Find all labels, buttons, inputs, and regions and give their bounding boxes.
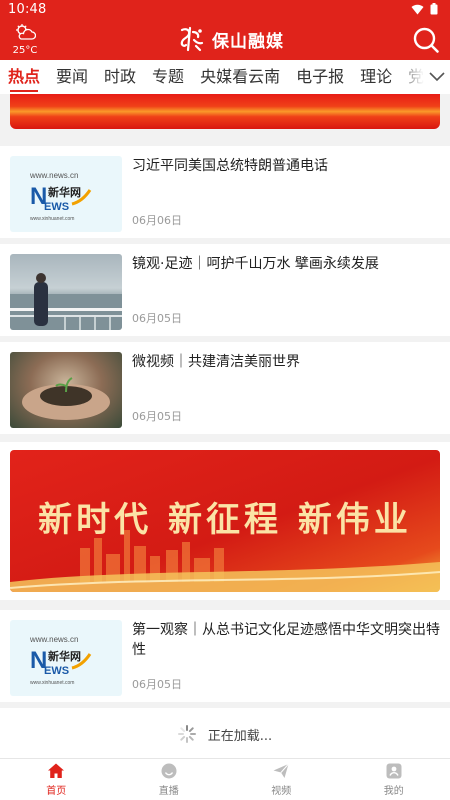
news-date: 06月05日 [132, 312, 182, 325]
category-tabs: 热点 要闻 时政 专题 央媒看云南 电子报 理论 党建 [0, 60, 450, 94]
hands-soil-photo [22, 377, 110, 420]
news-date: 06月06日 [132, 214, 182, 227]
nav-profile[interactable]: 我的 [338, 759, 450, 800]
loading-indicator: 正在加载... [0, 708, 450, 758]
news-thumbnail [10, 254, 122, 330]
news-item[interactable]: 微视频｜共建清洁美丽世界 06月05日 [0, 342, 450, 434]
promo-banner-image: 新时代 新征程 新伟业 [10, 450, 440, 592]
app-header: 10:48 25°C 保山融媒 [0, 0, 450, 60]
app-root: 10:48 25°C 保山融媒 热点 要闻 时政 专题 央媒看云南 电子报 理论… [0, 0, 450, 800]
weather-widget[interactable]: 25°C [10, 24, 40, 56]
xinhua-logo-image: www.news.cn N 新华网 EWS www.xinhuanet.com [29, 171, 92, 222]
home-icon [48, 763, 65, 778]
promo-banner[interactable]: 新时代 新征程 新伟业 [0, 442, 450, 600]
tabs-fade [394, 60, 424, 94]
news-thumbnail [10, 352, 122, 428]
tab-headlines[interactable]: 要闻 [48, 60, 96, 94]
tab-hot[interactable]: 热点 [0, 60, 48, 94]
battery-icon [430, 3, 438, 15]
nav-label: 视频 [271, 786, 292, 797]
svg-text:新华网: 新华网 [48, 185, 81, 199]
svg-text:www.news.cn: www.news.cn [29, 635, 78, 644]
status-icons [411, 3, 438, 15]
news-feed: www.news.cn N 新华网 EWS www.xinhuanet.com … [0, 94, 450, 758]
wifi-icon [411, 4, 424, 14]
news-thumbnail: www.news.cn N 新华网 EWS www.xinhuanet.com [10, 620, 122, 696]
tab-topics[interactable]: 专题 [144, 60, 192, 94]
search-button[interactable] [412, 26, 440, 54]
chevron-down-icon [429, 72, 445, 82]
brand-mark-icon [180, 26, 204, 52]
news-date: 06月05日 [132, 410, 182, 423]
tab-theory[interactable]: 理论 [352, 60, 400, 94]
app-name: 保山融媒 [212, 31, 284, 52]
loading-text: 正在加载... [207, 728, 273, 744]
svg-text:www.xinhuanet.com: www.xinhuanet.com [30, 216, 74, 222]
nav-label: 首页 [46, 786, 67, 797]
news-item[interactable]: 镜观·足迹｜呵护千山万水 擘画永续发展 06月05日 [0, 244, 450, 336]
news-thumbnail: www.news.cn N 新华网 EWS www.xinhuanet.com [10, 156, 122, 232]
svg-text:新华网: 新华网 [48, 649, 81, 663]
svg-text:EWS: EWS [44, 201, 69, 213]
more-tabs-button[interactable] [424, 60, 450, 94]
tab-central-media-yunnan[interactable]: 央媒看云南 [192, 60, 288, 94]
nav-video[interactable]: 视频 [225, 759, 338, 800]
partly-cloudy-icon [16, 24, 37, 40]
app-logo: 保山融媒 [176, 22, 284, 56]
svg-text:www.news.cn: www.news.cn [29, 171, 78, 180]
news-title: 习近平同美国总统特朗普通电话 [132, 158, 328, 174]
nav-label: 直播 [158, 786, 179, 797]
news-item[interactable]: www.news.cn N 新华网 EWS www.xinhuanet.com … [0, 146, 450, 238]
svg-text:EWS: EWS [44, 665, 69, 677]
news-date: 06月05日 [132, 678, 182, 691]
video-send-icon [273, 763, 290, 778]
nav-home[interactable]: 首页 [0, 759, 113, 800]
xinhua-logo-image: www.news.cn N 新华网 EWS www.xinhuanet.com [29, 635, 92, 686]
search-icon [413, 27, 439, 53]
nav-label: 我的 [383, 786, 404, 797]
coastline-photo [10, 273, 122, 330]
tab-e-paper[interactable]: 电子报 [288, 60, 352, 94]
news-item[interactable]: www.news.cn N 新华网 EWS www.xinhuanet.com … [0, 610, 450, 702]
tab-politics[interactable]: 时政 [96, 60, 144, 94]
weather-temperature: 25°C [12, 45, 38, 56]
news-title: 镜观·足迹｜呵护千山万水 擘画永续发展 [132, 256, 379, 272]
news-title: 微视频｜共建清洁美丽世界 [132, 354, 300, 370]
promo-banner-text: 新时代 新征程 新伟业 [38, 500, 412, 540]
profile-icon [386, 763, 402, 779]
news-title: 第一观察｜从总书记文化足迹感悟中华文明突出特性 [132, 622, 440, 658]
live-icon [161, 763, 177, 779]
bottom-nav: 首页 直播 视频 我的 [0, 758, 450, 800]
spinner-icon [177, 725, 196, 743]
status-time: 10:48 [8, 2, 47, 17]
svg-text:www.xinhuanet.com: www.xinhuanet.com [30, 680, 74, 686]
top-banner-image[interactable] [10, 94, 440, 129]
nav-live[interactable]: 直播 [113, 759, 226, 800]
